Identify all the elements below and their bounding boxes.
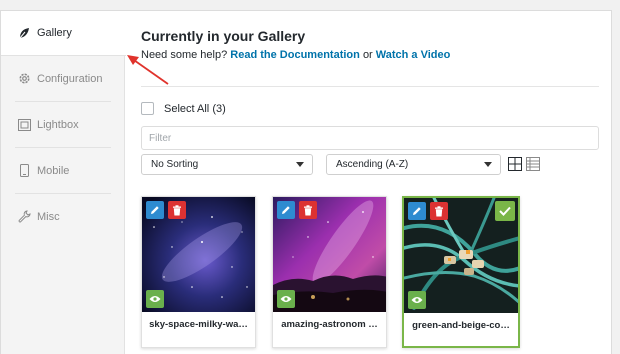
image-caption: green-and-beige-co… (412, 320, 510, 331)
leaf-icon (17, 26, 31, 40)
delete-button[interactable] (168, 201, 186, 219)
trash-icon (173, 204, 181, 215)
pencil-icon (151, 206, 159, 214)
edit-button[interactable] (146, 201, 164, 219)
sidebar-item-label: Lightbox (37, 118, 79, 131)
sidebar-item-gallery[interactable]: Gallery (1, 11, 126, 56)
select-all-label: Select All (164, 102, 210, 115)
image-caption: amazing-astronom … (281, 319, 378, 330)
pencil-icon (413, 207, 421, 215)
select-all-checkbox[interactable] (141, 102, 154, 115)
documentation-link[interactable]: Read the Documentation (230, 49, 360, 61)
sidebar-item-label: Gallery (37, 27, 72, 39)
selected-check-button[interactable] (495, 201, 515, 221)
help-prefix: Need some help? (141, 49, 228, 61)
chevron-down-icon (484, 162, 492, 167)
gallery-image-card[interactable]: amazing-astronom … (272, 196, 387, 348)
sorting-select[interactable]: No Sorting (141, 154, 313, 175)
eye-icon (149, 296, 161, 302)
preview-button[interactable] (277, 290, 295, 308)
order-select[interactable]: Ascending (A-Z) (326, 154, 501, 175)
order-select-value: Ascending (A-Z) (336, 159, 409, 170)
trash-icon (435, 205, 443, 216)
trash-icon (304, 204, 312, 215)
lightbox-icon (17, 118, 31, 132)
select-all-count: (3) (212, 102, 226, 115)
sidebar-item-configuration[interactable]: Configuration (1, 56, 125, 101)
header-divider (141, 86, 599, 87)
watch-video-link[interactable]: Watch a Video (376, 49, 451, 61)
image-caption: sky-space-milky-wa… (149, 319, 248, 330)
sidebar-item-misc[interactable]: Misc (1, 194, 125, 239)
chevron-down-icon (296, 162, 304, 167)
gallery-settings-panel: Gallery Configuration Lightbox Mobile Mi… (0, 10, 612, 354)
help-or: or (362, 49, 373, 61)
gallery-image-card-selected[interactable]: green-and-beige-co… (402, 196, 520, 348)
page-title: Currently in your Gallery (141, 28, 306, 44)
edit-button[interactable] (408, 202, 426, 220)
mobile-icon (17, 164, 31, 178)
select-all[interactable]: Select All (3) (141, 102, 226, 115)
checkmark-icon (499, 206, 511, 216)
delete-button[interactable] (430, 202, 448, 220)
list-view-icon[interactable] (526, 157, 540, 171)
grid-view-icon[interactable] (508, 157, 522, 171)
preview-button[interactable] (408, 291, 426, 309)
delete-button[interactable] (299, 201, 317, 219)
filter-input[interactable] (141, 126, 599, 150)
pencil-icon (282, 206, 290, 214)
eye-icon (280, 296, 292, 302)
gallery-image-card[interactable]: sky-space-milky-wa… (141, 196, 256, 348)
sidebar-item-label: Configuration (37, 72, 103, 85)
edit-button[interactable] (277, 201, 295, 219)
help-text: Need some help? Read the Documentation o… (141, 49, 450, 61)
sidebar-item-label: Mobile (37, 164, 70, 177)
sidebar-item-label: Misc (37, 210, 60, 223)
sidebar-item-lightbox[interactable]: Lightbox (1, 102, 125, 147)
eye-icon (411, 297, 423, 303)
settings-sidebar: Gallery Configuration Lightbox Mobile Mi… (1, 11, 126, 354)
gear-icon (17, 72, 31, 86)
sorting-select-value: No Sorting (151, 159, 199, 170)
wrench-icon (17, 210, 31, 224)
sidebar-item-mobile[interactable]: Mobile (1, 148, 125, 193)
preview-button[interactable] (146, 290, 164, 308)
